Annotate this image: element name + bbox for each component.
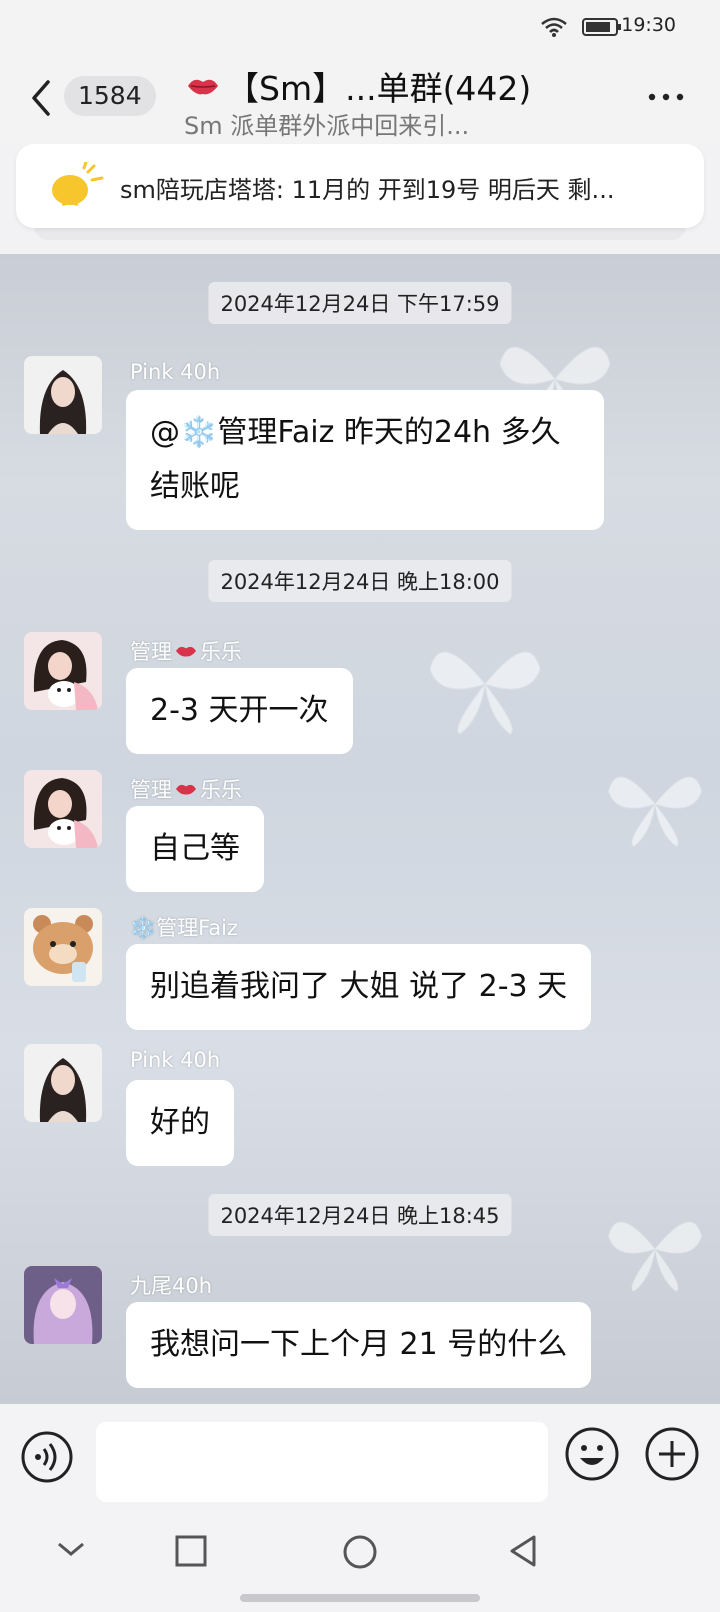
plus-icon[interactable]	[644, 1426, 700, 1482]
nav-home-icon[interactable]	[342, 1534, 378, 1570]
system-nav-bar	[0, 1508, 720, 1612]
butterfly-decoration	[608, 1221, 702, 1292]
sender-name: 管理 乐乐	[130, 636, 242, 666]
sender-prefix: 管理	[130, 640, 172, 664]
chat-title: 【Sm】...单群(442)	[226, 69, 532, 108]
sender-suffix: 乐乐	[200, 640, 242, 664]
avatar[interactable]	[24, 356, 102, 434]
message-bubble[interactable]: 2-3 天开一次	[126, 668, 353, 754]
title-row[interactable]: 【Sm】...单群(442)	[186, 62, 586, 110]
message-input[interactable]	[96, 1422, 548, 1502]
sender-suffix: 乐乐	[200, 778, 242, 802]
message-bubble[interactable]: 我想问一下上个月 21 号的什么	[126, 1302, 592, 1388]
gesture-bar	[240, 1594, 480, 1602]
chat-header: 1584 【Sm】...单群(442) Sm 派单群外派中回来引...	[0, 56, 720, 144]
timestamp: 2024年12月24日 晚上18:00	[208, 560, 512, 602]
avatar[interactable]	[24, 1044, 102, 1122]
timestamp: 2024年12月24日 下午17:59	[208, 282, 512, 324]
pinned-notice[interactable]: sm陪玩店塔塔: 11月的 开到19号 明后天 剩...	[16, 144, 704, 228]
sender-name: Pink 40h	[130, 360, 221, 384]
emoji-icon[interactable]	[564, 1426, 620, 1482]
avatar[interactable]	[24, 770, 102, 848]
battery-icon	[582, 18, 621, 36]
notice-text: sm陪玩店塔塔: 11月的 开到19号 明后天 剩...	[120, 176, 615, 204]
avatar[interactable]	[24, 632, 102, 710]
back-icon[interactable]	[26, 78, 56, 118]
voice-icon[interactable]	[20, 1430, 74, 1484]
message-bubble[interactable]: 自己等	[126, 806, 264, 892]
nav-back-icon[interactable]	[508, 1534, 538, 1568]
message-bubble[interactable]: @❄️管理Faiz 昨天的24h 多久结账呢	[126, 390, 604, 530]
lips-icon	[176, 646, 196, 657]
nav-recent-icon[interactable]	[174, 1534, 208, 1568]
lightbulb-icon	[52, 162, 104, 206]
wifi-icon	[541, 17, 567, 37]
chat-area[interactable]: 2024年12月24日 下午17:59 Pink 40h @❄️管理Faiz 昨…	[0, 254, 720, 1404]
message-bubble[interactable]: 别追着我问了 大姐 说了 2-3 天	[126, 944, 592, 1030]
subtitle-row: Sm 派单群外派中回来引...	[184, 106, 469, 141]
sender-name: ❄️管理Faiz	[130, 916, 239, 940]
unread-count-badge[interactable]: 1584	[64, 76, 156, 116]
avatar[interactable]	[24, 1266, 102, 1344]
lips-icon	[176, 784, 196, 795]
sender-prefix: 管理	[130, 778, 172, 802]
chat-subtitle: Sm 派单群外派中回来引...	[184, 112, 470, 140]
timestamp: 2024年12月24日 晚上18:45	[208, 1194, 512, 1236]
sender-name: 九尾40h	[130, 1274, 213, 1298]
butterfly-decoration	[608, 776, 702, 847]
sender-name: 管理 乐乐	[130, 774, 242, 804]
message-bubble[interactable]: 好的	[126, 1080, 234, 1166]
sender-name: Pink 40h	[130, 1048, 221, 1072]
input-bar	[0, 1404, 720, 1508]
avatar[interactable]	[24, 908, 102, 986]
status-time: 19:30	[621, 14, 676, 36]
lips-icon	[188, 79, 218, 95]
more-icon[interactable]	[648, 92, 684, 102]
butterfly-decoration	[429, 651, 541, 735]
status-bar: 19:30	[0, 0, 720, 56]
nav-back-chevron-icon[interactable]	[56, 1534, 86, 1564]
